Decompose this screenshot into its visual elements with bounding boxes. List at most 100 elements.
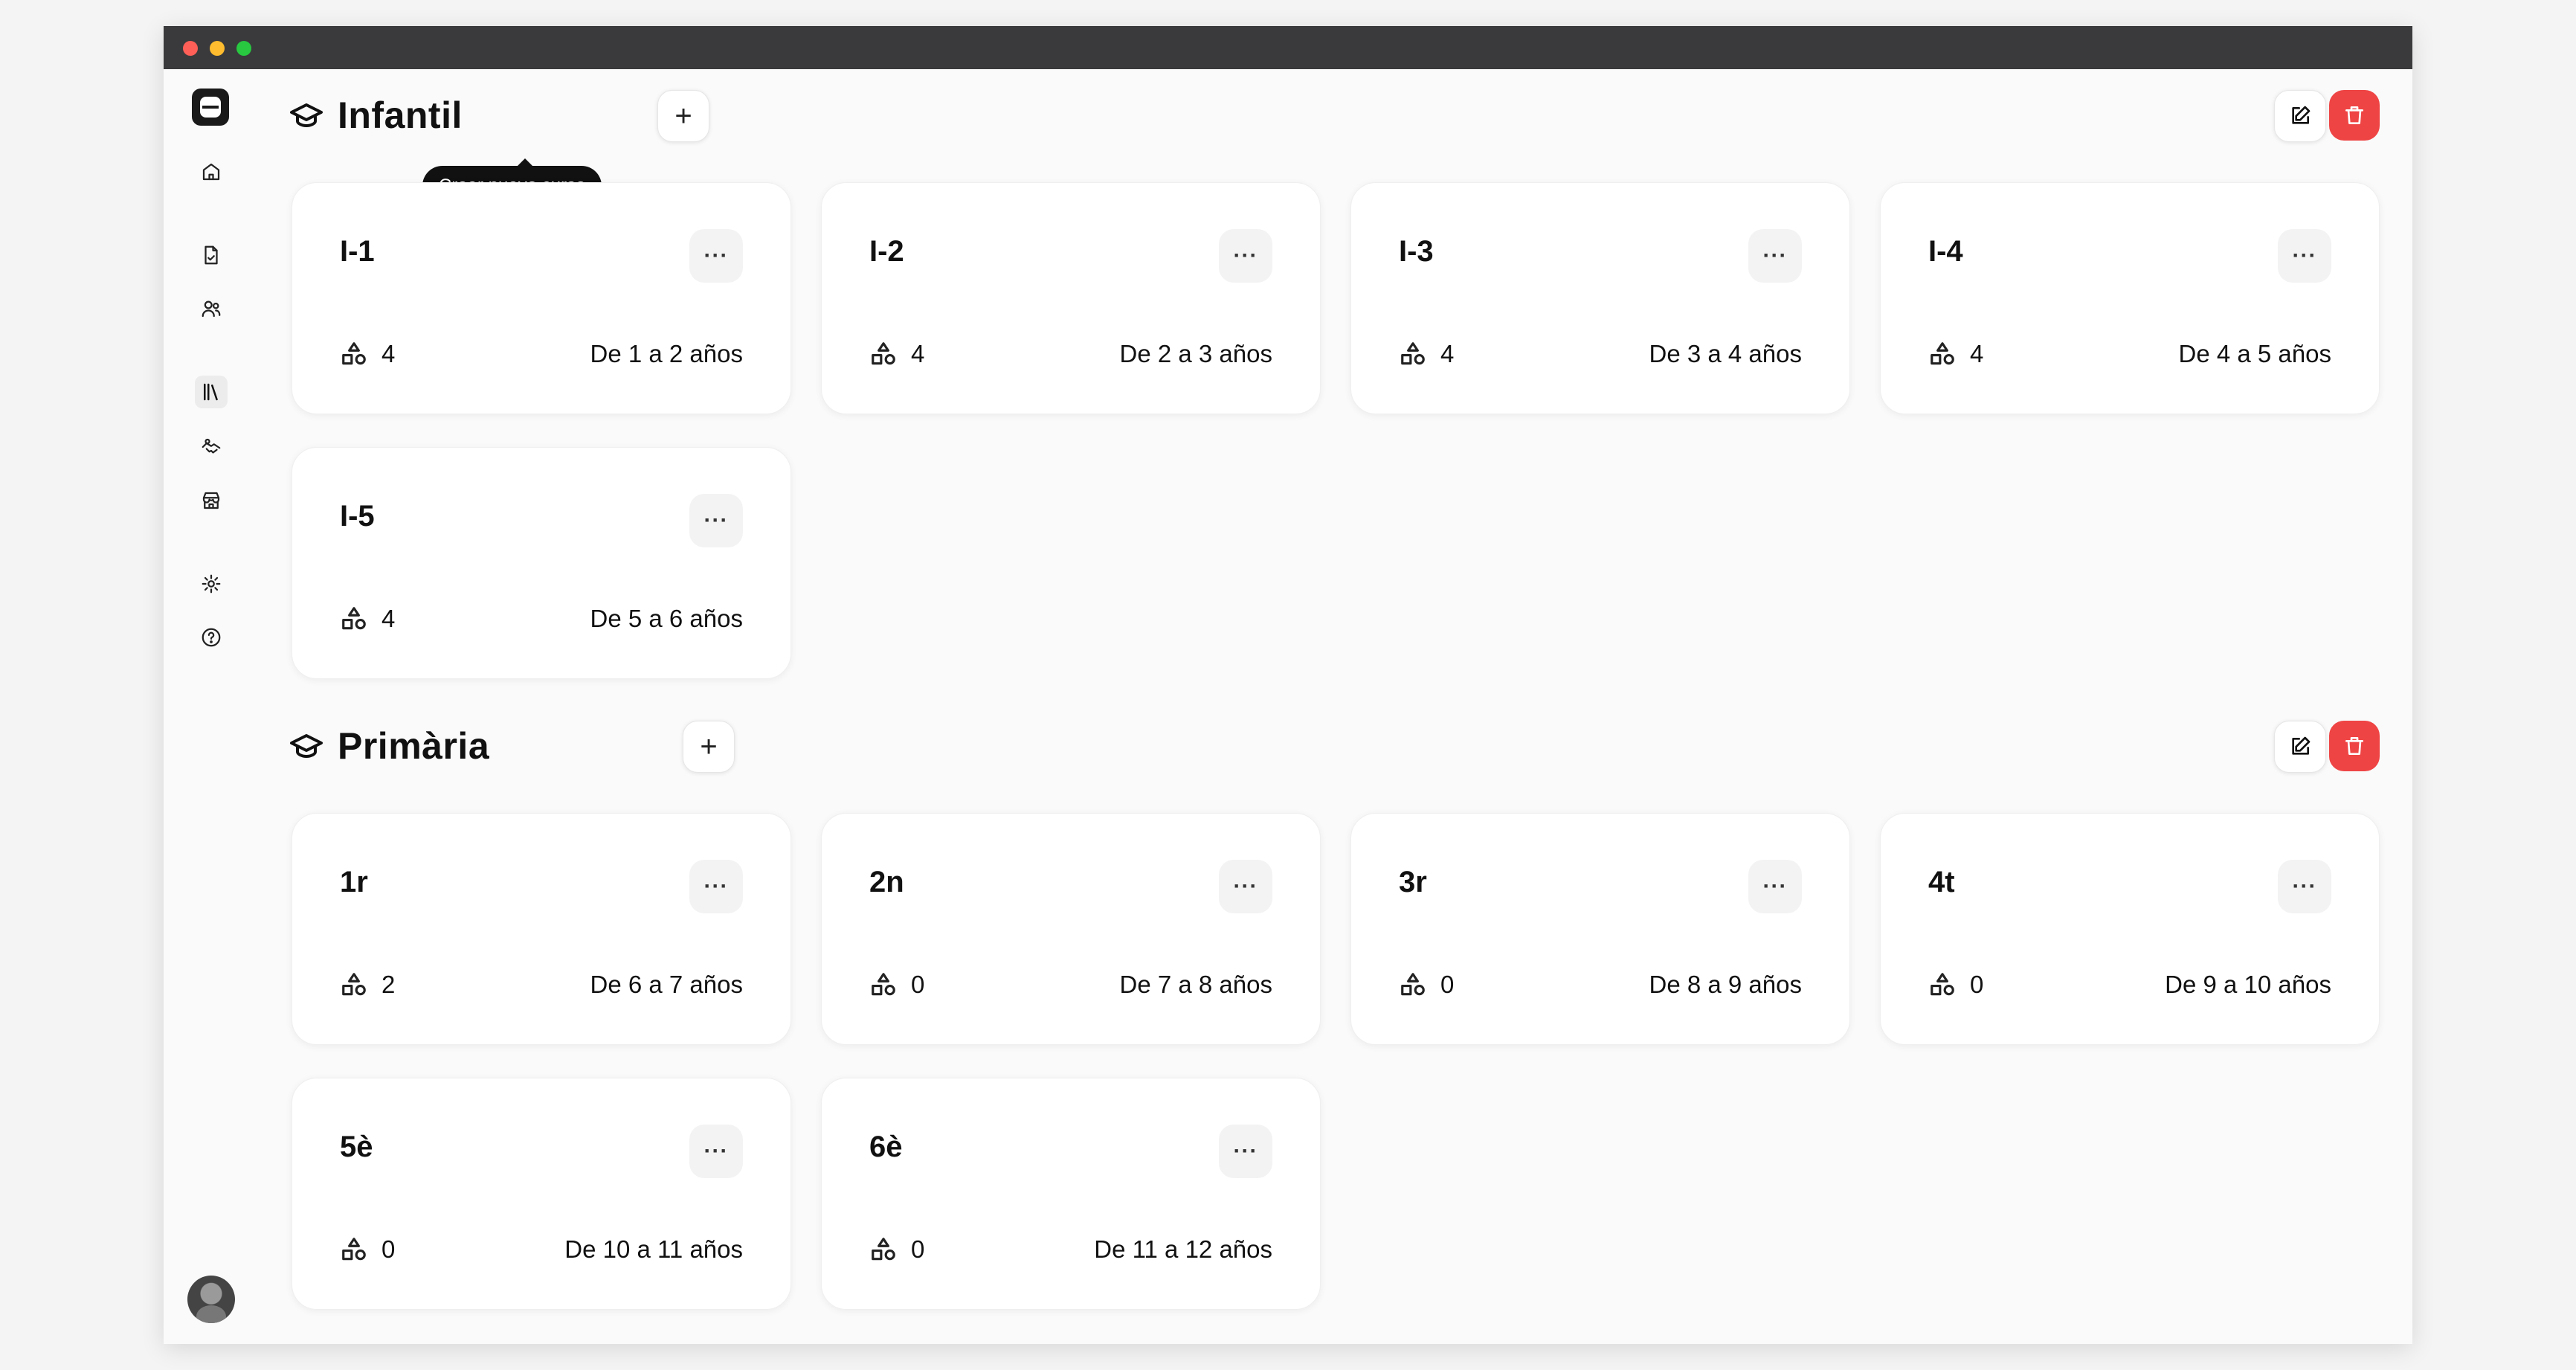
maximize-window-button[interactable] <box>236 41 251 56</box>
more-options-button[interactable]: ··· <box>1748 229 1802 283</box>
shapes-icon <box>342 1238 366 1261</box>
course-groups: 0 <box>869 968 924 1001</box>
sidebar-item-partners[interactable] <box>195 431 228 463</box>
graduation-cap-icon <box>290 103 323 127</box>
help-icon <box>202 628 221 647</box>
more-options-button[interactable]: ··· <box>689 229 743 283</box>
course-age-range: De 9 a 10 años <box>2165 971 2331 998</box>
course-count: 0 <box>911 1235 925 1263</box>
sidebar-item-settings[interactable] <box>195 567 228 600</box>
course-age-range: De 11 a 12 años <box>1094 1235 1272 1263</box>
course-card[interactable]: I-2 ··· 4 De 2 a 3 años <box>821 182 1321 414</box>
course-name: I-4 <box>1928 235 1963 268</box>
course-card[interactable]: I-4 ··· 4 De 4 a 5 años <box>1880 182 2380 414</box>
course-card[interactable]: I-1 ··· 4 De 1 a 2 años <box>292 182 791 414</box>
edit-icon <box>2292 106 2311 124</box>
course-name: I-3 <box>1399 235 1434 268</box>
users-icon <box>202 300 221 318</box>
window-titlebar <box>164 26 2412 69</box>
shapes-icon <box>1401 973 1425 996</box>
course-name: 1r <box>340 866 368 898</box>
course-age-range: De 3 a 4 años <box>1649 340 1802 367</box>
course-card[interactable]: 2n ··· 0 De 7 a 8 años <box>821 813 1321 1045</box>
course-groups: 4 <box>869 338 924 370</box>
course-name: 3r <box>1399 866 1427 898</box>
section-title: Primària <box>289 718 489 774</box>
course-age-range: De 7 a 8 años <box>1119 971 1272 998</box>
trash-icon <box>2345 737 2363 755</box>
sidebar-item-home[interactable] <box>195 155 228 188</box>
add-course-button[interactable]: + <box>683 721 735 773</box>
course-card[interactable]: 6è ··· 0 De 11 a 12 años <box>821 1078 1321 1310</box>
section-header-primaria: Primària + <box>289 718 2400 774</box>
course-groups: 4 <box>1399 338 1454 370</box>
document-icon <box>205 245 218 265</box>
sidebar-item-help[interactable] <box>195 621 228 654</box>
course-age-range: De 8 a 9 años <box>1649 971 1802 998</box>
edit-section-button[interactable] <box>2274 721 2326 773</box>
sidebar-item-store[interactable] <box>195 484 228 517</box>
course-age-range: De 2 a 3 años <box>1119 340 1272 367</box>
course-groups: 4 <box>340 338 395 370</box>
more-options-button[interactable]: ··· <box>2278 860 2331 913</box>
course-count: 0 <box>1970 971 1984 998</box>
more-options-button[interactable]: ··· <box>689 494 743 547</box>
store-icon <box>202 492 220 509</box>
course-card[interactable]: 1r ··· 2 De 6 a 7 años <box>292 813 791 1045</box>
delete-section-button[interactable] <box>2329 721 2380 771</box>
section-title-text: Infantil <box>338 94 463 136</box>
section-header-infantil: Infantil + <box>289 87 2400 144</box>
shapes-icon <box>1931 973 1954 996</box>
more-options-button[interactable]: ··· <box>689 860 743 913</box>
library-icon <box>204 383 218 401</box>
course-groups: 0 <box>1928 968 1983 1001</box>
course-card[interactable]: 3r ··· 0 De 8 a 9 años <box>1350 813 1850 1045</box>
course-age-range: De 5 a 6 años <box>590 605 743 632</box>
course-name: I-2 <box>869 235 904 268</box>
course-age-range: De 10 a 11 años <box>564 1235 743 1263</box>
shapes-icon <box>342 607 366 630</box>
more-options-button[interactable]: ··· <box>1219 229 1272 283</box>
sidebar-item-courses[interactable] <box>195 376 228 408</box>
user-avatar[interactable] <box>187 1276 235 1323</box>
course-card[interactable]: 4t ··· 0 De 9 a 10 años <box>1880 813 2380 1045</box>
shapes-icon <box>872 342 895 365</box>
course-count: 4 <box>1970 340 1984 367</box>
course-count: 4 <box>381 340 396 367</box>
sidebar-item-documents[interactable] <box>195 239 228 271</box>
delete-section-button[interactable] <box>2329 90 2380 141</box>
course-name: I-1 <box>340 235 375 268</box>
course-count: 4 <box>911 340 925 367</box>
sidebar-item-users[interactable] <box>195 292 228 325</box>
more-options-button[interactable]: ··· <box>1748 860 1802 913</box>
course-count: 0 <box>381 1235 396 1263</box>
course-count: 4 <box>381 605 396 632</box>
more-options-button[interactable]: ··· <box>2278 229 2331 283</box>
shapes-icon <box>1401 342 1425 365</box>
course-groups: 0 <box>869 1233 924 1266</box>
course-name: 4t <box>1928 866 1955 898</box>
course-name: 6è <box>869 1131 903 1163</box>
more-options-button[interactable]: ··· <box>1219 860 1272 913</box>
app-logo[interactable] <box>192 89 229 126</box>
trash-icon <box>2345 106 2363 124</box>
minimize-window-button[interactable] <box>210 41 225 56</box>
course-card[interactable]: I-3 ··· 4 De 3 a 4 años <box>1350 182 1850 414</box>
course-card[interactable]: I-5 ··· 4 De 5 a 6 años <box>292 447 791 679</box>
course-name: 2n <box>869 866 904 898</box>
course-name: I-5 <box>340 500 375 533</box>
section-title-text: Primària <box>338 725 490 767</box>
course-groups: 4 <box>340 602 395 635</box>
shapes-icon <box>872 973 895 996</box>
course-groups: 0 <box>1399 968 1454 1001</box>
more-options-button[interactable]: ··· <box>689 1125 743 1178</box>
edit-icon <box>2292 736 2311 755</box>
edit-section-button[interactable] <box>2274 90 2326 142</box>
course-groups: 2 <box>340 968 395 1001</box>
close-window-button[interactable] <box>183 41 198 56</box>
course-groups: 4 <box>1928 338 1983 370</box>
more-options-button[interactable]: ··· <box>1219 1125 1272 1178</box>
course-card[interactable]: 5è ··· 0 De 10 a 11 años <box>292 1078 791 1310</box>
home-icon <box>202 163 220 181</box>
add-course-button[interactable]: + <box>657 90 709 142</box>
